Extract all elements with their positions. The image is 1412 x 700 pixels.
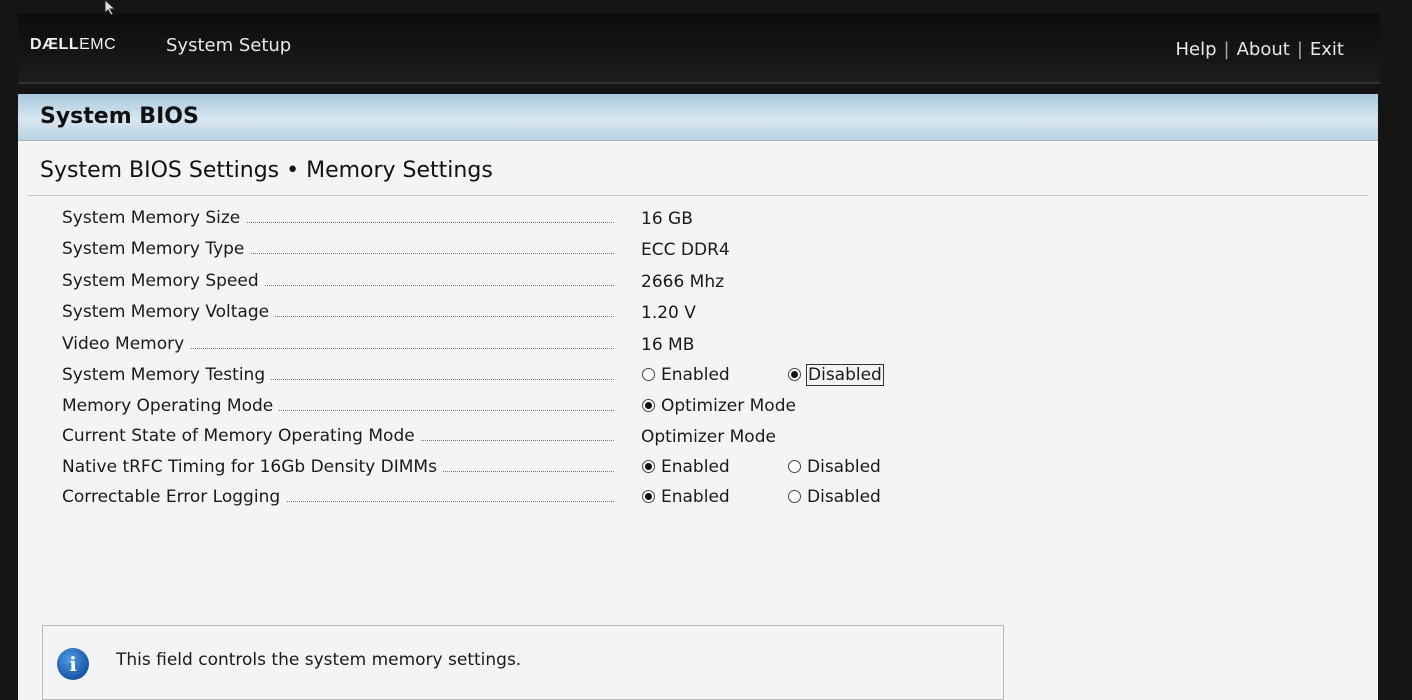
dell-emc-logo: DÆLLEMC	[30, 36, 117, 53]
setting-label: Correctable Error Logging	[62, 487, 287, 507]
page-title-band: System BIOS	[18, 94, 1378, 141]
native-trfc-enabled-radio[interactable]: Enabled	[642, 457, 730, 477]
optimizer-mode-radio[interactable]: Optimizer Mode	[642, 396, 796, 416]
link-separator: |	[1296, 39, 1303, 60]
native-trfc-disabled-radio[interactable]: Disabled	[788, 457, 881, 477]
radio-on-icon	[642, 459, 655, 473]
memory-testing-disabled-radio[interactable]: Disabled	[788, 364, 884, 386]
exit-link[interactable]: Exit	[1310, 39, 1344, 60]
setting-value: 2666 Mhz	[641, 272, 725, 292]
setting-label: Memory Operating Mode	[62, 396, 280, 416]
setting-label: System Memory Speed	[62, 271, 265, 291]
error-logging-disabled-radio[interactable]: Disabled	[788, 487, 881, 507]
setting-label: Native tRFC Timing for 16Gb Density DIMM…	[62, 457, 443, 477]
setting-row-memory-size: System Memory Size 16 GB	[62, 204, 1062, 234]
setting-label: System Memory Voltage	[62, 302, 276, 322]
setting-value: 1.20 V	[641, 303, 696, 323]
radio-on-icon	[788, 367, 801, 381]
setting-label: System Memory Type	[62, 239, 251, 259]
screen: DÆLLEMC System Setup Help | About | Exit Sys…	[0, 0, 1412, 700]
setting-value: ECC DDR4	[641, 240, 730, 260]
memory-testing-enabled-radio[interactable]: Enabled	[642, 365, 730, 385]
link-separator: |	[1223, 39, 1230, 60]
top-links: Help | About | Exit	[1175, 39, 1344, 60]
error-logging-enabled-radio[interactable]: Enabled	[642, 487, 730, 507]
setting-row-error-logging: Correctable Error Logging Enabled Disabl…	[62, 483, 1062, 513]
radio-off-icon	[642, 367, 655, 381]
mouse-pointer-icon	[104, 0, 117, 16]
main-panel: System BIOS System BIOS Settings • Memor…	[18, 94, 1378, 700]
setting-row-current-state: Current State of Memory Operating Mode O…	[62, 422, 1062, 452]
setting-row-memory-testing: System Memory Testing Enabled Disabled	[62, 361, 1062, 391]
setting-value: 16 GB	[641, 209, 693, 229]
setting-label: System Memory Size	[62, 208, 247, 228]
setting-value: 16 MB	[641, 335, 695, 355]
help-box: i This field controls the system memory …	[42, 625, 1004, 700]
app-title: System Setup	[166, 35, 292, 56]
radio-off-icon	[788, 489, 801, 503]
page-title: System BIOS	[40, 104, 199, 129]
radio-on-icon	[642, 398, 655, 412]
section-divider	[28, 195, 1368, 196]
radio-off-icon	[788, 459, 801, 473]
setting-row-memory-voltage: System Memory Voltage 1.20 V	[62, 298, 1062, 328]
setting-row-operating-mode: Memory Operating Mode Optimizer Mode	[62, 392, 1062, 422]
setting-row-memory-type: System Memory Type ECC DDR4	[62, 235, 1062, 265]
setting-label: Current State of Memory Operating Mode	[62, 426, 421, 446]
setting-label: Video Memory	[62, 334, 191, 354]
help-text: This field controls the system memory se…	[116, 650, 522, 670]
help-link[interactable]: Help	[1175, 39, 1216, 60]
setting-row-video-memory: Video Memory 16 MB	[62, 330, 1062, 360]
info-icon: i	[57, 648, 89, 680]
setting-row-memory-speed: System Memory Speed 2666 Mhz	[62, 267, 1062, 297]
about-link[interactable]: About	[1237, 39, 1290, 60]
radio-on-icon	[642, 489, 655, 503]
setting-row-native-trfc: Native tRFC Timing for 16Gb Density DIMM…	[62, 453, 1062, 483]
section-title: System BIOS Settings • Memory Settings	[40, 158, 493, 183]
setting-value: Optimizer Mode	[641, 427, 776, 447]
setting-label: System Memory Testing	[62, 365, 272, 385]
top-bar: DÆLLEMC System Setup Help | About | Exit	[18, 14, 1380, 84]
